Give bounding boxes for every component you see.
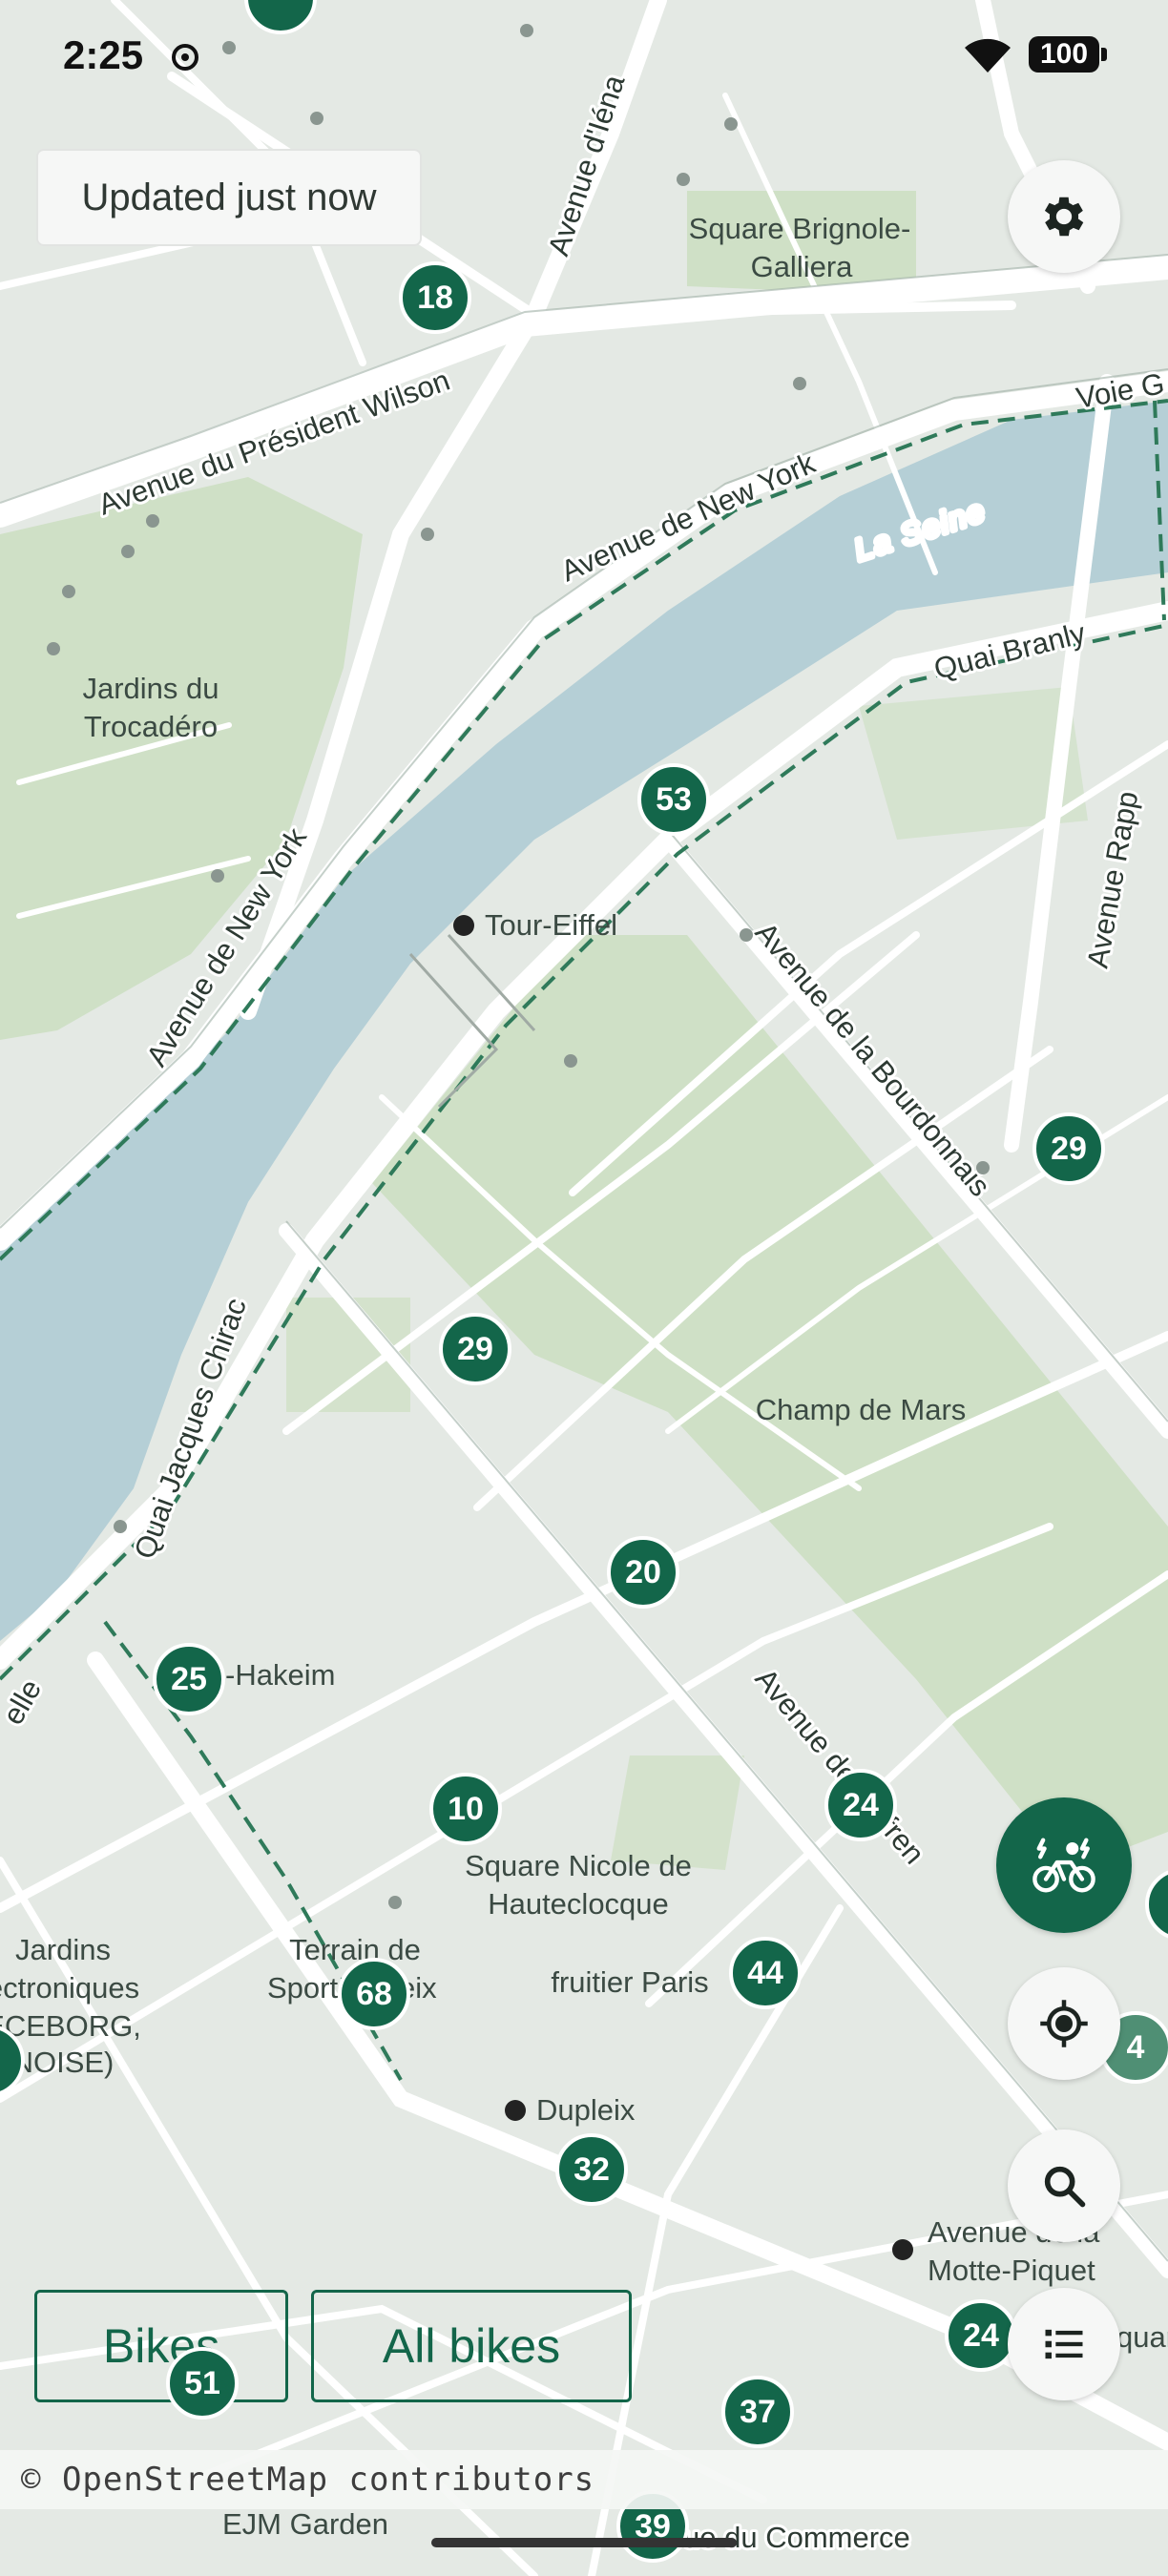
place-label-fruitier: fruitier Paris xyxy=(551,1965,708,1999)
station-marker-37[interactable]: 37 xyxy=(721,2376,794,2448)
stop-dot-tour-eiffel xyxy=(453,915,474,936)
location-status-icon xyxy=(172,44,198,71)
station-count: 32 xyxy=(574,2150,610,2188)
list-icon xyxy=(1045,2329,1083,2359)
station-marker-32[interactable]: 32 xyxy=(555,2133,628,2206)
station-marker-24[interactable]: 24 xyxy=(824,1769,897,1841)
map-attribution[interactable]: © OpenStreetMap contributors xyxy=(0,2450,1168,2509)
station-count: 25 xyxy=(171,1660,207,1697)
gesture-nav-handle[interactable] xyxy=(431,2538,737,2547)
wifi-icon xyxy=(965,38,1011,73)
place-label-eceborg: ECEBORG, xyxy=(0,2009,141,2043)
crosshair-location-icon xyxy=(1040,2000,1088,2047)
station-count: 29 xyxy=(1051,1130,1087,1167)
place-label-square-brignole: Square Brignole- xyxy=(689,212,911,245)
bikes-filter-button[interactable]: Bikes xyxy=(34,2290,288,2402)
place-label-galliera: Galliera xyxy=(751,250,854,283)
updated-status-chip: Updated just now xyxy=(36,149,422,246)
stop-label-dupleix: Dupleix xyxy=(536,2093,636,2127)
battery-indicator: 100 xyxy=(1029,36,1107,73)
gear-icon xyxy=(1044,197,1084,237)
station-marker-68[interactable]: 68 xyxy=(338,1958,410,2030)
ebike-filter-button[interactable] xyxy=(996,1797,1132,1933)
station-count: 20 xyxy=(625,1553,661,1590)
place-label-champ-de-mars: Champ de Mars xyxy=(756,1393,967,1426)
place-label-ejm-garden: EJM Garden xyxy=(222,2507,388,2541)
station-count: 37 xyxy=(740,2393,776,2430)
electric-bike-icon xyxy=(1032,1838,1095,1893)
station-count: 18 xyxy=(417,279,453,316)
station-count: 44 xyxy=(747,1954,783,1991)
station-marker-53[interactable]: 53 xyxy=(637,763,710,836)
stop-dot-dupleix xyxy=(505,2100,526,2121)
search-icon xyxy=(1044,2166,1086,2208)
station-marker-51[interactable]: 51 xyxy=(166,2347,239,2420)
station-count: 24 xyxy=(963,2316,999,2354)
place-label-square-nicole: Square Nicole de xyxy=(465,1849,692,1882)
station-list-button[interactable] xyxy=(1008,2288,1120,2400)
stop-label-motte-piquet-2: Motte-Piquet xyxy=(928,2254,1095,2287)
stop-label-tour-eiffel: Tour-Eiffel xyxy=(485,908,617,942)
status-time: 2:25 xyxy=(63,32,144,77)
place-label-quar: quar xyxy=(1116,2320,1168,2354)
stop-dot-motte-piquet xyxy=(892,2239,913,2260)
station-count: 10 xyxy=(448,1790,484,1827)
station-marker-25[interactable]: 25 xyxy=(153,1643,225,1715)
station-marker-10[interactable]: 10 xyxy=(429,1773,502,1845)
search-button[interactable] xyxy=(1008,2129,1120,2242)
station-count: 51 xyxy=(184,2364,220,2401)
station-count: 29 xyxy=(457,1330,493,1367)
place-label-hauteclocque: Hauteclocque xyxy=(488,1887,669,1921)
station-marker-18[interactable]: 18 xyxy=(399,261,471,334)
place-label-terrain-de: Terrain de xyxy=(289,1933,421,1966)
station-count: 53 xyxy=(656,780,692,818)
station-marker-29[interactable]: 29 xyxy=(439,1313,511,1385)
status-bar: 2:25 100 xyxy=(0,0,1168,114)
station-count: 68 xyxy=(356,1975,392,2012)
place-label-jardins: Jardins xyxy=(15,1933,111,1966)
station-count: 4 xyxy=(1126,2028,1145,2066)
station-marker-29[interactable]: 29 xyxy=(1032,1112,1105,1185)
place-label-electroniques: ectroniques xyxy=(0,1971,139,2005)
place-label-sport: Sport xyxy=(267,1971,338,2005)
place-label-jardins-du: Jardins du xyxy=(82,672,219,705)
place-label-trocadero: Trocadéro xyxy=(84,710,218,743)
station-marker-24[interactable]: 24 xyxy=(945,2299,1017,2372)
locate-me-button[interactable] xyxy=(1008,1967,1120,2080)
place-label-noise: NOISE) xyxy=(12,2046,115,2079)
station-count: 24 xyxy=(843,1786,879,1823)
settings-button[interactable] xyxy=(1008,160,1120,273)
station-marker-20[interactable]: 20 xyxy=(607,1536,679,1609)
place-label-bir-hakeim: -Hakeim xyxy=(225,1658,335,1692)
all-bikes-filter-button[interactable]: All bikes xyxy=(311,2290,632,2402)
station-marker-44[interactable]: 44 xyxy=(729,1937,802,2009)
